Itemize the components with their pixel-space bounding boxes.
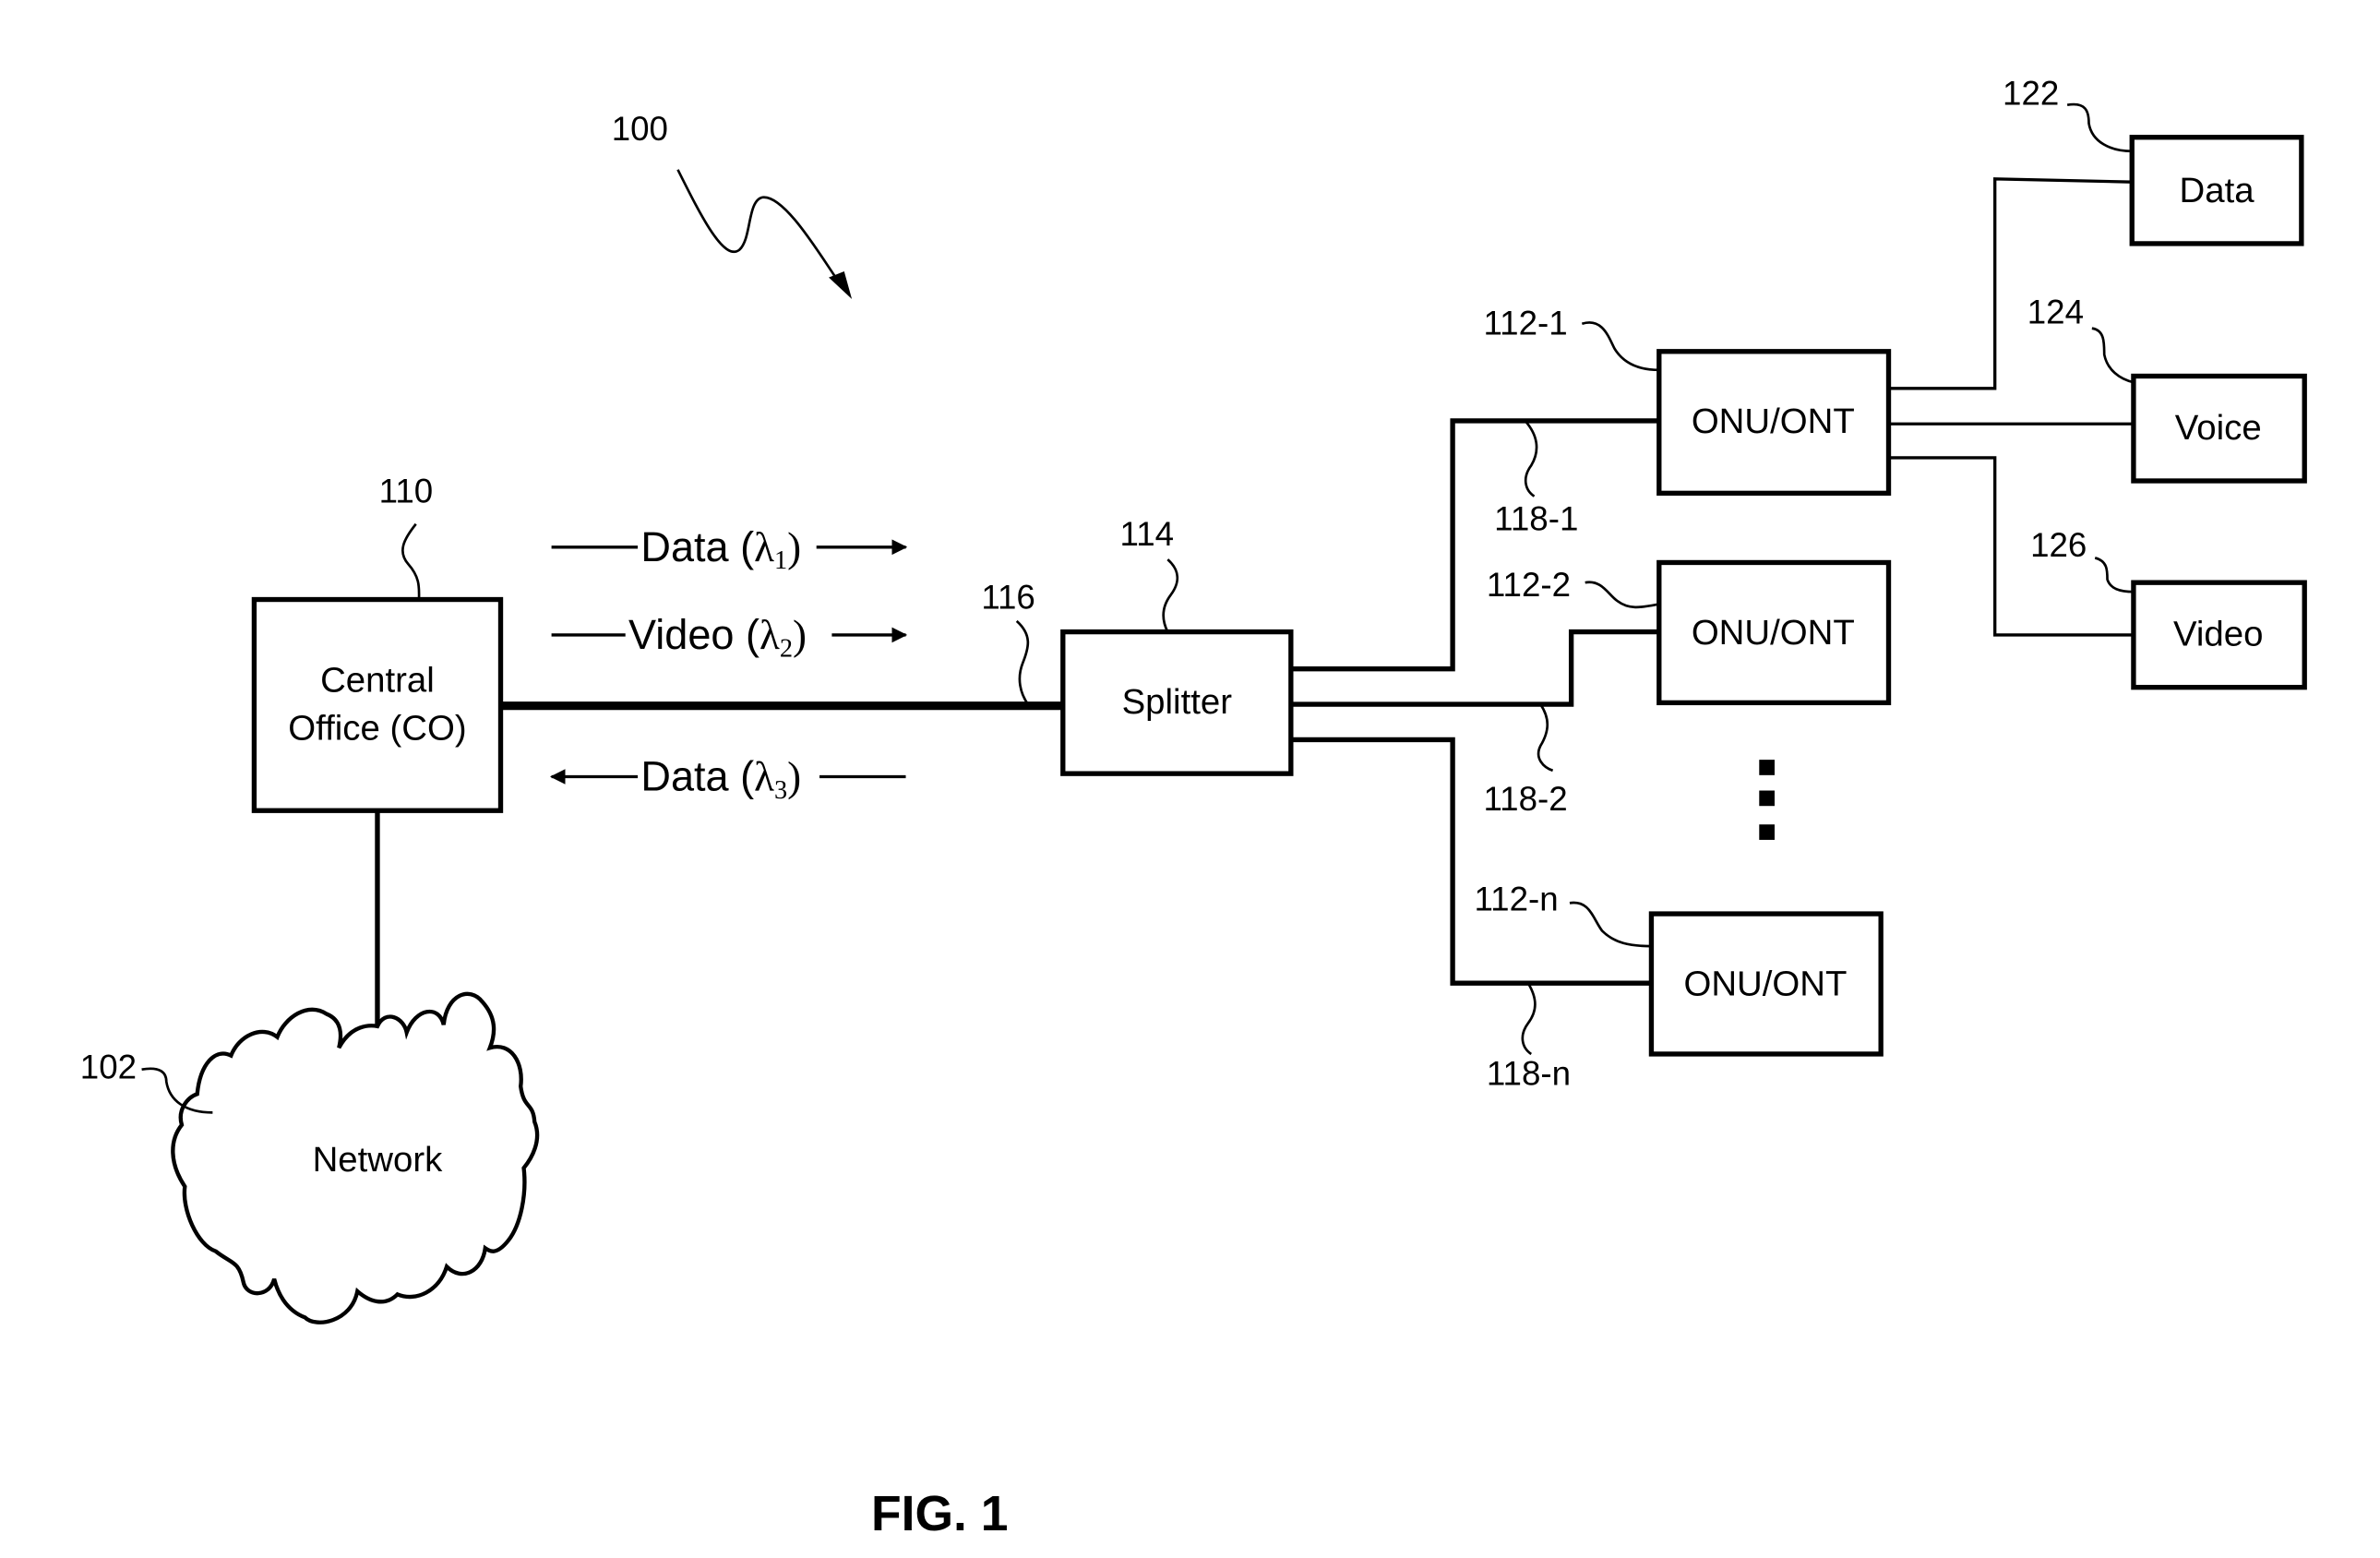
device-video-ref: 126 [2030, 526, 2087, 564]
signal-video-down: Video (λ2) [551, 611, 908, 663]
signal-2-label: Video (λ2) [628, 611, 807, 663]
ellipsis-dot [1759, 824, 1775, 840]
link-onu1-video [1888, 456, 2134, 637]
link-onu1-data [1888, 177, 2133, 390]
onu-n[interactable]: ONU/ONT 112-n [1474, 881, 1884, 1057]
device-video-label: Video [2173, 615, 2263, 654]
central-office-ref: 110 [379, 472, 434, 509]
fiber-118-n-ref: 118-n [1487, 1054, 1571, 1092]
device-voice-leader [2091, 327, 2135, 384]
pon-diagram: 100 Central Office (CO) 110 Network 102 … [80, 75, 2307, 1541]
central-office-leader [401, 522, 421, 600]
splitter-ref: 114 [1120, 515, 1175, 553]
system-ref: 100 [612, 110, 853, 300]
onu-1-label: ONU/ONT [1692, 401, 1855, 441]
central-office-box[interactable] [251, 596, 504, 813]
network-label: Network [313, 1140, 444, 1180]
signal-data-down: Data (λ1) [551, 523, 908, 575]
figure-caption: FIG. 1 [871, 1487, 1008, 1541]
ellipsis-dot [1759, 760, 1775, 775]
device-voice-ref: 124 [2027, 294, 2084, 331]
device-data-ref: 122 [2003, 75, 2059, 113]
central-office[interactable]: Central Office (CO) 110 [251, 472, 504, 813]
onu-1-leader [1581, 321, 1659, 372]
network-ref: 102 [80, 1049, 137, 1086]
signal-1-label: Data (λ1) [640, 523, 801, 575]
fiber-118-n-leader [1521, 982, 1537, 1056]
central-office-label-line2: Office (CO) [288, 708, 466, 748]
signal-data-up: Data (λ3) [549, 753, 906, 805]
system-ref-label: 100 [612, 110, 668, 148]
device-data-label: Data [2180, 171, 2255, 210]
onu-2-leader [1585, 581, 1660, 609]
onu-2-label: ONU/ONT [1692, 613, 1855, 653]
onu-1-ref: 112-1 [1483, 304, 1567, 342]
fiber-118-1-ref: 118-1 [1494, 499, 1578, 537]
splitter-label: Splitter [1122, 682, 1233, 722]
ellipsis-dot [1759, 790, 1775, 807]
onu-2[interactable]: ONU/ONT 112-2 [1487, 559, 1892, 706]
device-voice[interactable]: Voice 124 [2027, 294, 2307, 484]
system-ref-arrowhead [829, 270, 853, 300]
onu-n-leader [1569, 901, 1652, 948]
fiber-118-2-ref: 118-2 [1483, 780, 1567, 818]
network-cloud[interactable]: Network 102 [80, 991, 540, 1324]
feeder-fiber-leader [1015, 619, 1031, 707]
device-video-leader [2094, 557, 2134, 593]
central-office-label-line1: Central [320, 661, 435, 701]
device-video[interactable]: Video 126 [2030, 526, 2307, 690]
onu-n-label: ONU/ONT [1683, 965, 1847, 1004]
device-voice-label: Voice [2175, 408, 2262, 448]
onu-2-ref: 112-2 [1487, 566, 1571, 604]
feeder-fiber-ref: 116 [981, 579, 1035, 617]
fiber-118-2-leader [1537, 703, 1554, 773]
signal-3-label: Data (λ3) [640, 753, 801, 805]
onu-n-ref: 112-n [1474, 881, 1558, 918]
more-onus-ellipsis [1759, 760, 1775, 840]
system-ref-squiggle [676, 169, 843, 286]
splitter[interactable]: Splitter 114 [1060, 515, 1294, 776]
device-data[interactable]: Data 122 [2003, 75, 2304, 246]
fiber-118-n [1290, 737, 1652, 986]
splitter-leader [1162, 558, 1179, 633]
device-data-leader [2066, 102, 2133, 153]
onu-1[interactable]: ONU/ONT 112-1 [1483, 304, 1892, 497]
fiber-118-1-leader [1524, 420, 1538, 497]
